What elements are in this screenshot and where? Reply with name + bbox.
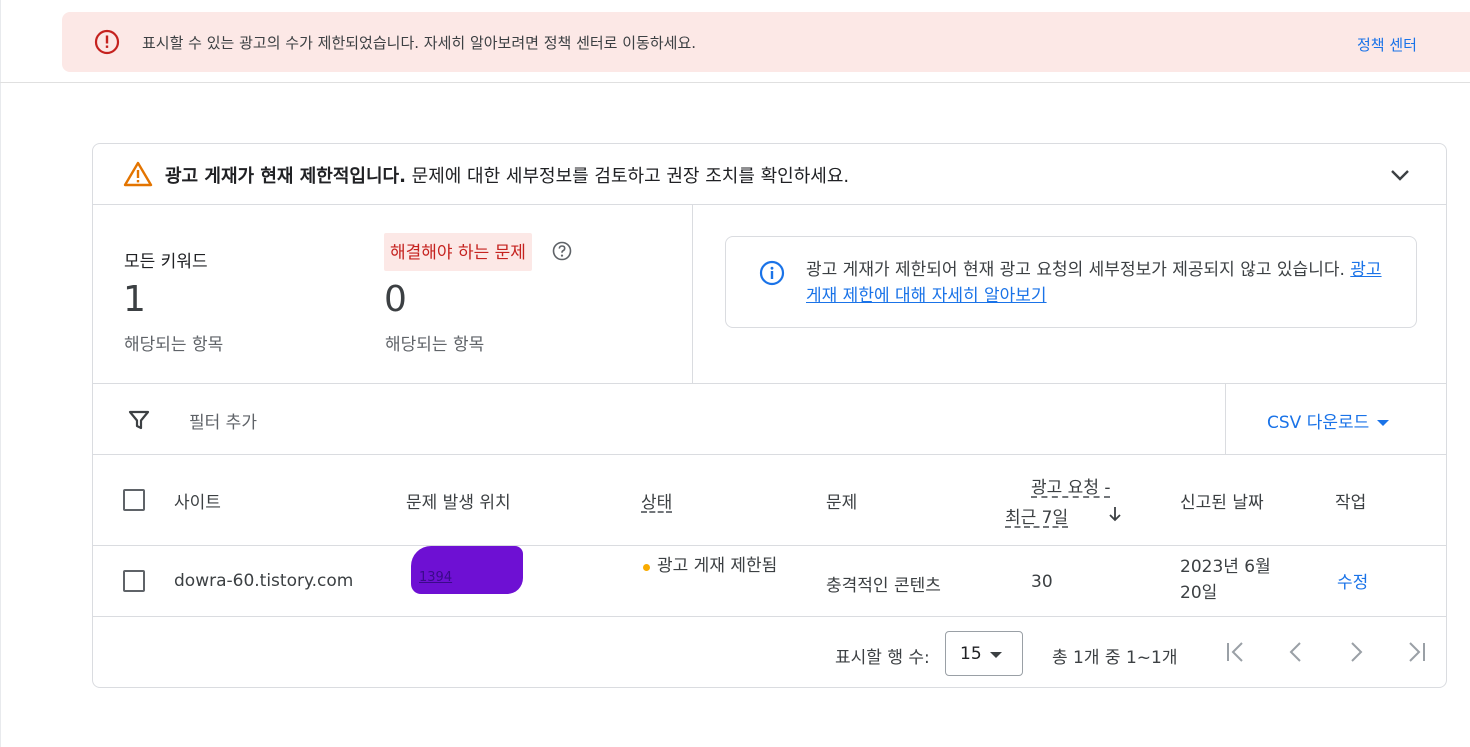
row-issue: 충격적인 콘텐츠 xyxy=(826,576,941,596)
row-site: dowra-60.tistory.com xyxy=(174,571,354,591)
header-issue: 문제 xyxy=(826,493,858,513)
header-requests-line1[interactable]: 광고 요청 - xyxy=(1031,473,1111,498)
header-action: 작업 xyxy=(1335,493,1367,513)
page-range-text: 총 1개 중 1~1개 xyxy=(1052,648,1178,668)
csv-download-area: CSV 다운로드 xyxy=(1225,384,1446,455)
ad-serving-card: 광고 게재가 현재 제한적입니다. 문제에 대한 세부정보를 검토하고 권장 조… xyxy=(92,143,1447,688)
issues-sub: 해당되는 항목 xyxy=(385,335,485,355)
first-page-icon[interactable] xyxy=(1223,639,1249,665)
row-requests: 30 xyxy=(1031,572,1053,592)
issues-label-chip: 해결해야 하는 문제 xyxy=(384,233,532,271)
pagination-bar: 표시할 행 수: 15 총 1개 중 1~1개 xyxy=(93,617,1446,687)
header-requests-line2[interactable]: 최근 7일 xyxy=(1005,503,1068,528)
policy-center-link[interactable]: 정책 센터 xyxy=(1357,34,1417,55)
banner-message: 표시할 수 있는 광고의 수가 제한되었습니다. 자세히 알아보려면 정책 센터… xyxy=(142,34,697,52)
header-location: 문제 발생 위치 xyxy=(406,493,511,513)
info-notice: 광고 게재가 제한되어 현재 광고 요청의 세부정보가 제공되지 않고 있습니다… xyxy=(725,236,1417,328)
prev-page-icon[interactable] xyxy=(1283,639,1309,665)
warning-triangle-icon xyxy=(123,161,153,187)
card-header-text: 광고 게재가 현재 제한적입니다. 문제에 대한 세부정보를 검토하고 권장 조… xyxy=(165,162,849,188)
summary-stats: 모든 키워드 1 해당되는 항목 해결해야 하는 문제 0 해당되는 항목 xyxy=(93,205,693,383)
info-text-body: 광고 게재가 제한되어 현재 광고 요청의 세부정보가 제공되지 않고 있습니다… xyxy=(806,260,1351,280)
rows-per-page-value: 15 xyxy=(960,644,982,664)
card-header[interactable]: 광고 게재가 현재 제한적입니다. 문제에 대한 세부정보를 검토하고 권장 조… xyxy=(93,144,1446,205)
last-page-icon[interactable] xyxy=(1403,639,1429,665)
all-keywords-sub: 해당되는 항목 xyxy=(124,335,224,355)
help-circle-icon[interactable] xyxy=(552,241,572,261)
info-text: 광고 게재가 제한되어 현재 광고 요청의 세부정보가 제공되지 않고 있습니다… xyxy=(806,257,1396,309)
rows-per-page-select[interactable]: 15 xyxy=(945,631,1023,676)
top-notification-area: 표시할 수 있는 광고의 수가 제한되었습니다. 자세히 알아보려면 정책 센터… xyxy=(0,0,1470,83)
select-caret-icon xyxy=(990,652,1002,658)
header-rest-text: 문제에 대한 세부정보를 검토하고 권장 조치를 확인하세요. xyxy=(405,166,850,187)
row-edit-link[interactable]: 수정 xyxy=(1337,568,1368,593)
select-all-checkbox[interactable] xyxy=(123,489,145,511)
status-dot-icon xyxy=(643,564,650,571)
all-keywords-count: 1 xyxy=(123,279,146,320)
filter-toolbar: 필터 추가 CSV 다운로드 xyxy=(93,383,1446,455)
dropdown-caret-icon xyxy=(1377,420,1390,426)
left-edge-rule xyxy=(0,0,1,747)
error-circle-icon xyxy=(94,29,120,55)
row-location-link[interactable]: 1394 xyxy=(419,570,452,585)
policy-alert-banner: 표시할 수 있는 광고의 수가 제한되었습니다. 자세히 알아보려면 정책 센터… xyxy=(62,12,1470,72)
sort-arrow-down-icon[interactable] xyxy=(1107,505,1123,523)
rows-per-page-label: 표시할 행 수: xyxy=(835,648,930,668)
csv-download-button[interactable]: CSV 다운로드 xyxy=(1267,408,1390,433)
header-reported-date[interactable]: 신고된 날짜 xyxy=(1180,488,1264,513)
chevron-down-icon[interactable] xyxy=(1387,162,1413,188)
header-status[interactable]: 상태 xyxy=(641,488,672,513)
next-page-icon[interactable] xyxy=(1343,639,1369,665)
row-reported-date: 2023년 6월 20일 xyxy=(1180,557,1271,603)
row-checkbox[interactable] xyxy=(123,570,145,592)
table-header-row: 사이트 문제 발생 위치 상태 문제 광고 요청 - 최근 7일 신고된 날짜 … xyxy=(93,455,1446,546)
header-site[interactable]: 사이트 xyxy=(174,488,221,513)
add-filter-input[interactable]: 필터 추가 xyxy=(189,408,257,433)
all-keywords-label: 모든 키워드 xyxy=(124,252,208,272)
issues-count: 0 xyxy=(384,279,407,320)
row-status: 광고 게재 제한됨 xyxy=(657,556,778,576)
info-circle-icon xyxy=(759,260,785,286)
header-bold-text: 광고 게재가 현재 제한적입니다. xyxy=(165,166,406,187)
filter-funnel-icon[interactable] xyxy=(127,408,151,432)
csv-download-label: CSV 다운로드 xyxy=(1267,413,1370,433)
